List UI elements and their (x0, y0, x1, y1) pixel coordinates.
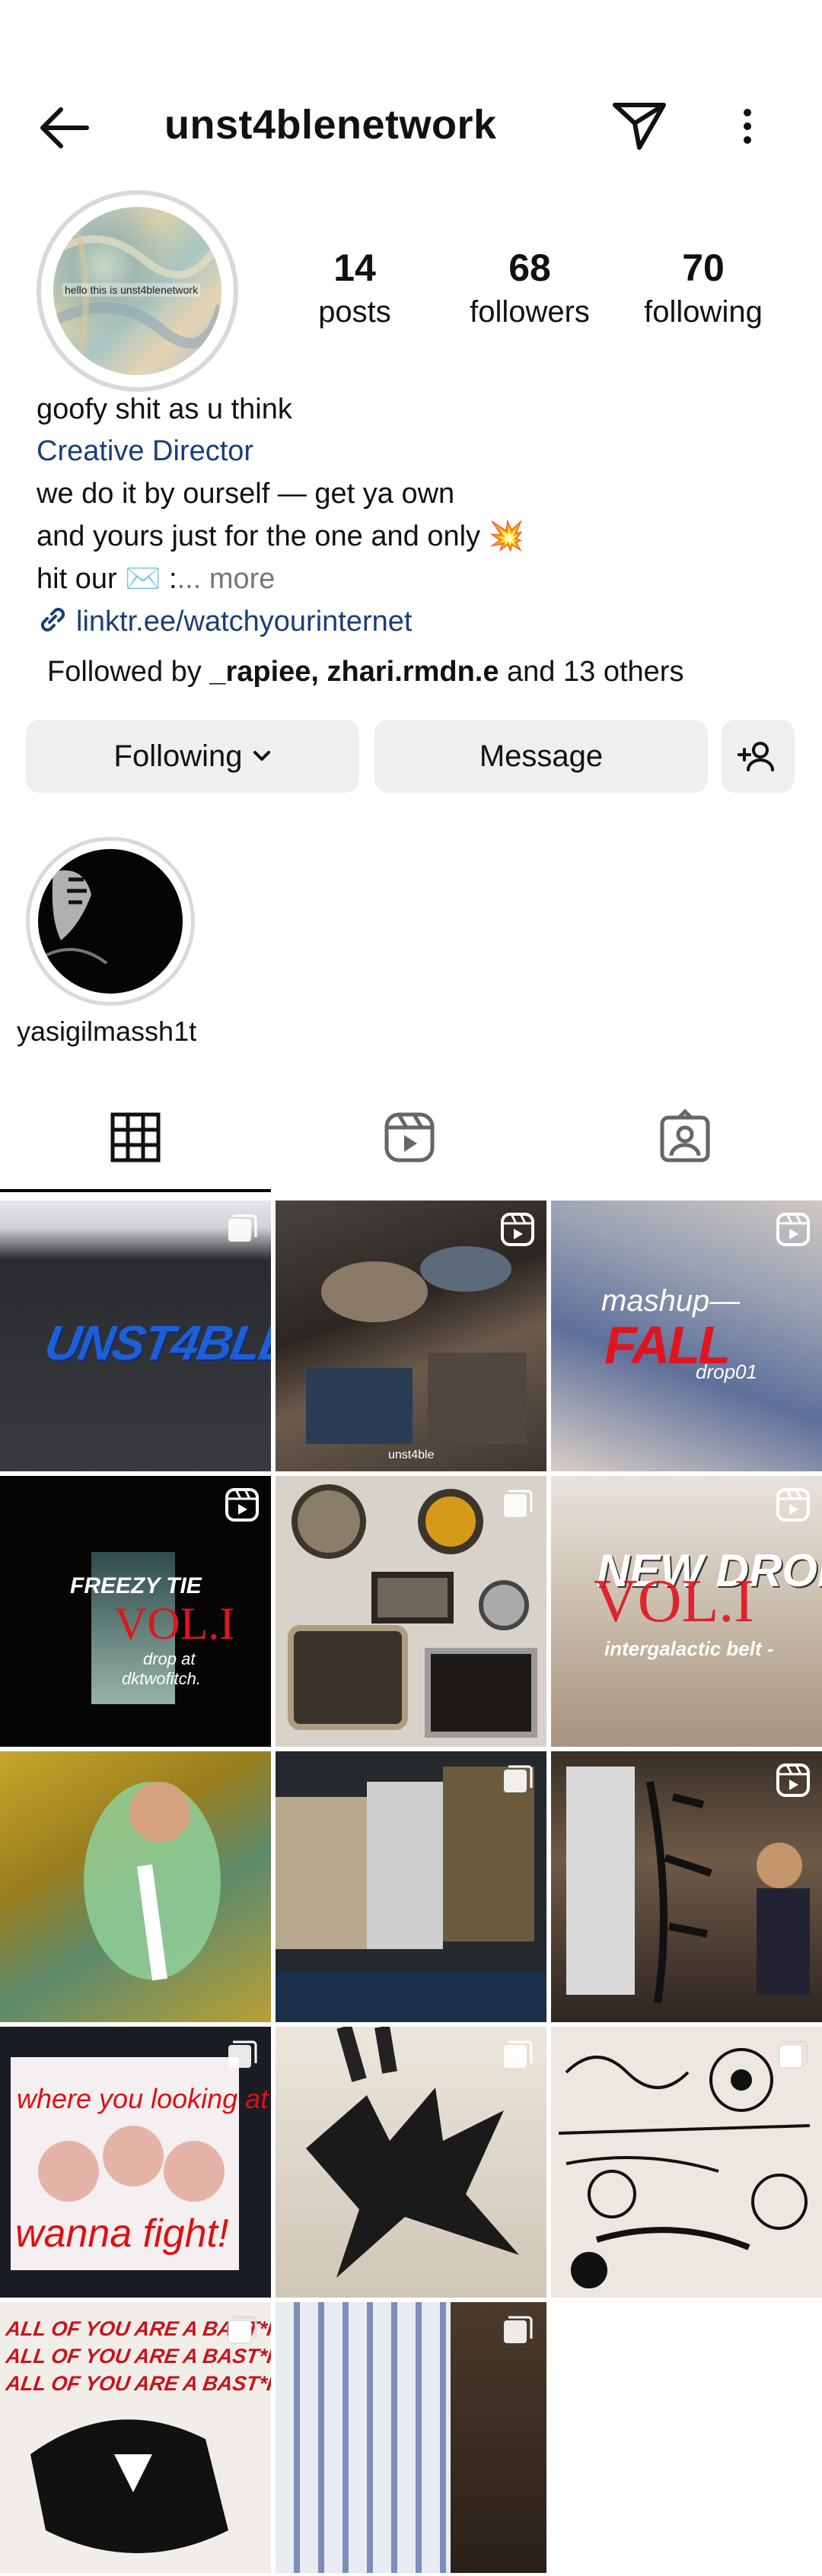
tab-tagged-icon[interactable] (655, 1107, 715, 1168)
reel-icon (776, 1763, 810, 1797)
bio-line: we do it by ourself — get ya own (37, 478, 455, 510)
bio-line: hit our ✉️ : (37, 563, 177, 595)
add-person-icon (738, 739, 779, 773)
post-tile[interactable]: FREEZY TIE VOL.I drop at dktwofitch. (0, 1476, 271, 1747)
posts-label: posts (318, 295, 391, 329)
post-caption-small: dktwofitch. (122, 1669, 201, 1688)
post-tile[interactable] (551, 2027, 822, 2298)
post-caption-small: intergalactic belt - (604, 1637, 774, 1660)
post-caption-large: wanna fight! (15, 2212, 229, 2256)
bio-link-text[interactable]: linktr.ee/watchyourinternet (76, 606, 412, 638)
message-button[interactable]: Message (374, 720, 708, 793)
carousel-icon (504, 2040, 533, 2068)
carousel-icon (228, 1214, 257, 1242)
highlight-label: yasigilmassh1t (17, 1016, 197, 1047)
post-caption: FREEZY TIE (70, 1573, 202, 1598)
reel-icon (501, 1213, 534, 1246)
carousel-icon (779, 2040, 808, 2069)
post-tile[interactable] (276, 1476, 546, 1747)
post-caption-small: drop01 (696, 1360, 757, 1383)
reel-icon (776, 1488, 810, 1522)
post-tile[interactable]: unst4ble (276, 1201, 546, 1471)
post-tile[interactable]: ALL OF YOU ARE A BAST*RD ALL OF YOU ARE … (0, 2302, 271, 2573)
bio-category: Creative Director (37, 435, 254, 467)
post-caption-large: VOL.I (114, 1598, 235, 1649)
posts-count: 14 (333, 246, 376, 289)
carousel-icon (504, 1765, 533, 1792)
send-icon[interactable] (609, 97, 670, 154)
bio-more-link[interactable]: ... more (177, 563, 276, 595)
carousel-icon (504, 2316, 533, 2343)
following-button-label: Following (113, 739, 243, 773)
avatar-caption: hello this is unst4blenetwork (62, 283, 201, 297)
bio-line: goofy shit as u think (37, 393, 292, 425)
followed-by[interactable]: Followed by _rapiee, zhari.rmdn.e and 13… (47, 650, 683, 693)
avatar[interactable]: hello this is unst4blenetwork (53, 207, 221, 375)
post-tile[interactable]: where you looking at? wanna fight! (0, 2027, 271, 2298)
carousel-icon (504, 1490, 533, 1517)
carousel-icon (228, 2040, 257, 2068)
more-vertical-icon[interactable] (731, 99, 764, 154)
post-caption-large: VOL.I (594, 1568, 755, 1635)
post-caption: unst4ble (388, 1449, 435, 1461)
followers-count: 68 (508, 246, 551, 289)
post-caption: mashup— (601, 1284, 741, 1318)
post-caption: where you looking at? (17, 2083, 271, 2114)
followers-label: followers (470, 295, 590, 329)
post-tile[interactable]: NEW DROP VOL.I intergalactic belt - (551, 1476, 822, 1747)
tab-reels-icon[interactable] (379, 1107, 440, 1168)
link-icon (37, 603, 68, 647)
message-button-label: Message (479, 739, 604, 773)
post-tile[interactable]: mashup— FALL drop01 (551, 1201, 822, 1471)
highlight-cover[interactable] (38, 849, 183, 994)
bio-line-with-more: hit our ✉️ :... more (37, 558, 275, 600)
tab-grid-icon[interactable] (105, 1107, 166, 1168)
following-label: following (644, 295, 763, 329)
post-tile[interactable] (276, 2027, 546, 2298)
bio-link[interactable]: linktr.ee/watchyourinternet (37, 600, 412, 647)
active-tab-indicator (0, 1189, 271, 1192)
post-caption-small: drop at (143, 1649, 196, 1668)
post-caption: UNST4BLE NETWO (40, 1315, 271, 1370)
post-tile[interactable]: UNST4BLE NETWO (0, 1201, 271, 1471)
chevron-down-icon (253, 750, 271, 762)
following-stat[interactable]: 70 following (627, 245, 779, 333)
post-tile[interactable] (276, 2302, 546, 2573)
followed-by-prefix: Followed by (47, 656, 210, 688)
post-tile[interactable] (551, 1751, 822, 2022)
reel-icon (225, 1488, 259, 1522)
back-arrow-icon[interactable] (37, 105, 91, 151)
add-person-button[interactable] (722, 720, 795, 793)
profile-username: unst4blenetwork (164, 102, 497, 148)
posts-stat[interactable]: 14 posts (279, 245, 431, 333)
followed-by-names[interactable]: _rapiee, zhari.rmdn.e (209, 656, 499, 688)
following-count: 70 (682, 246, 725, 289)
post-tile[interactable] (276, 1751, 546, 2022)
followed-by-suffix: and 13 others (499, 656, 684, 688)
bio-line: and yours just for the one and only 💥 (37, 520, 524, 552)
reel-icon (776, 1213, 810, 1246)
carousel-icon (228, 2316, 257, 2344)
following-button[interactable]: Following (26, 720, 359, 793)
post-tile[interactable] (0, 1751, 271, 2022)
followers-stat[interactable]: 68 followers (454, 245, 606, 333)
